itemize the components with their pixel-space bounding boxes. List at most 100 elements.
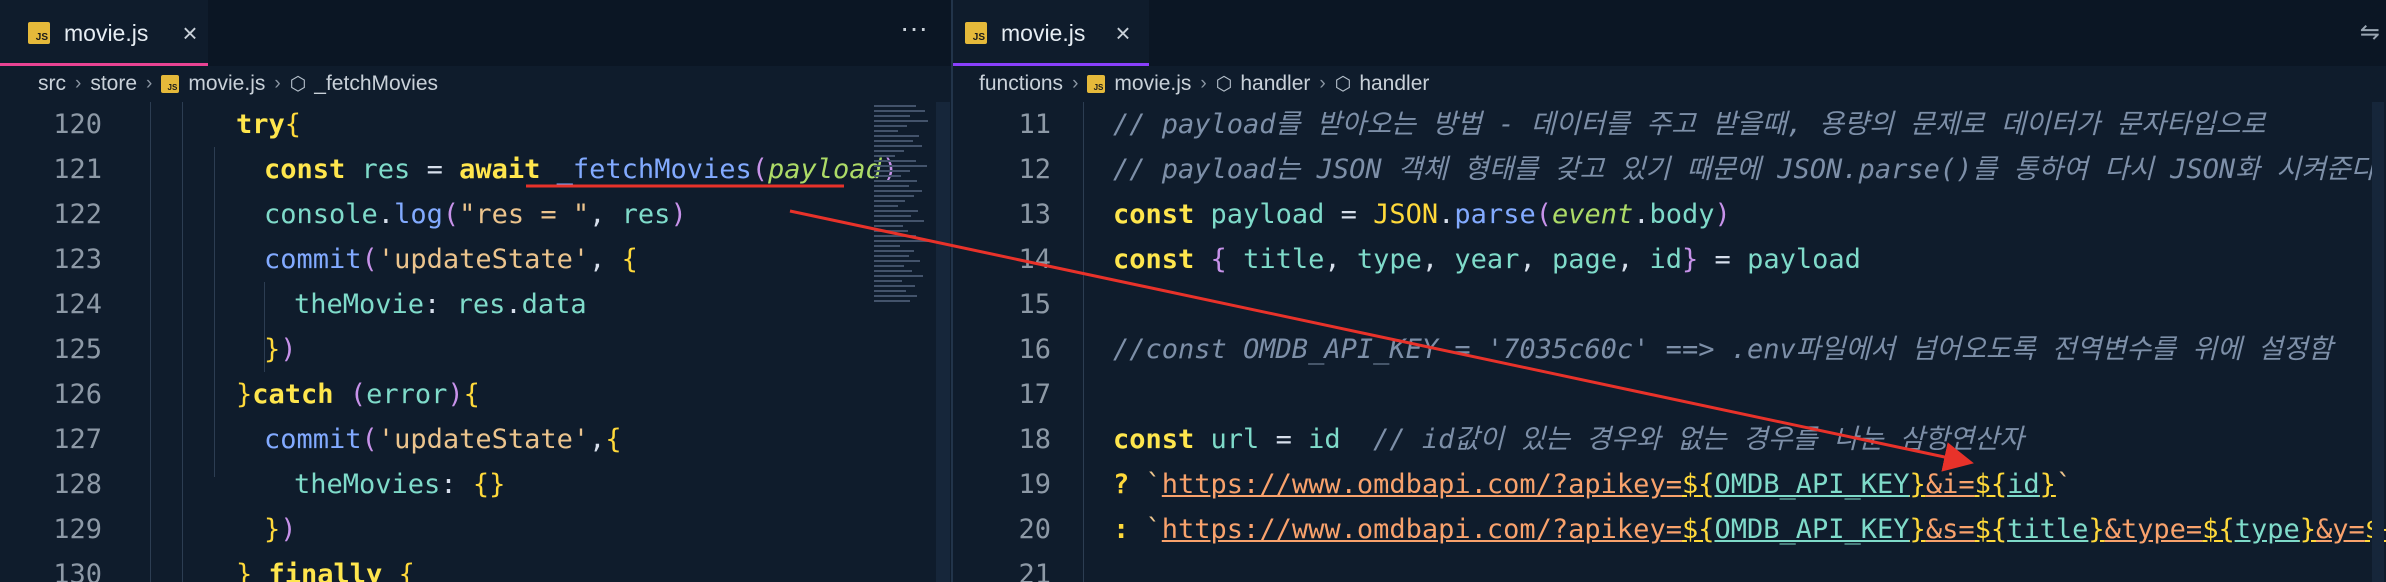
code-line[interactable]: 130} finally {: [0, 552, 952, 582]
line-number: 12: [1018, 154, 1051, 185]
code-line[interactable]: 20: `https://www.omdbapi.com/?apikey=${O…: [953, 507, 2386, 552]
code-text: const res = await _fetchMovies(payload): [264, 147, 898, 192]
code-token: :: [1113, 514, 1146, 545]
code-token: ): [280, 514, 297, 545]
minimap-line: [874, 200, 906, 202]
code-line[interactable]: 122 console.log("res = ", res): [0, 192, 952, 237]
line-number: 120: [53, 109, 102, 140]
code-token: &y=: [2316, 514, 2365, 545]
minimap-line: [874, 240, 928, 242]
minimap-line: [874, 115, 910, 117]
breadcrumb-item-handler[interactable]: handler: [1240, 72, 1310, 96]
close-icon[interactable]: ×: [1115, 18, 1130, 49]
code-editor-left[interactable]: 120 try{121 const res = await _fetchMovies…: [0, 102, 952, 582]
code-line[interactable]: 124 theMovie: res.data: [0, 282, 952, 327]
tab-movie-js-left[interactable]: JS movie.js ×: [0, 0, 208, 66]
breadcrumb-item-store[interactable]: store: [90, 72, 137, 96]
code-token: 'updateState': [377, 424, 590, 455]
code-token: (: [1535, 199, 1552, 230]
code-token: id: [1649, 244, 1683, 275]
code-token: (: [349, 379, 367, 410]
minimap-line: [874, 205, 898, 207]
line-number: 16: [1018, 334, 1051, 365]
code-token: ${: [1681, 469, 1715, 500]
code-line[interactable]: 21: [953, 552, 2386, 582]
chevron-right-icon: ›: [1072, 73, 1079, 94]
code-token: {: [1210, 244, 1244, 275]
minimap-line: [874, 210, 919, 212]
code-token: ${: [1974, 514, 2008, 545]
code-line[interactable]: 126}catch (error){: [0, 372, 952, 417]
code-text: try{: [236, 102, 301, 147]
chevron-right-icon: ›: [1200, 73, 1207, 94]
code-token: .: [505, 289, 522, 320]
minimap-line: [874, 235, 916, 237]
minimap-line: [874, 155, 895, 157]
minimap-line: [874, 195, 914, 197]
line-number: 17: [1018, 379, 1051, 410]
code-token: }: [264, 334, 281, 365]
code-token: ): [1714, 199, 1731, 230]
code-line[interactable]: 14 const { title, type, year, page, id} =…: [953, 237, 2386, 282]
code-token: {: [621, 244, 638, 275]
code-line[interactable]: 12 // payload는 JSON 객체 형태를 갖고 있기 때문에 JSON…: [953, 147, 2386, 192]
vertical-scrollbar[interactable]: [936, 102, 950, 582]
code-line[interactable]: 120 try{: [0, 102, 952, 147]
code-token: body: [1649, 199, 1715, 230]
code-token: https://www.omdbapi.com/?apikey=: [1161, 514, 1682, 545]
code-token: }: [264, 514, 281, 545]
minimap-line: [874, 140, 913, 142]
minimap[interactable]: [874, 102, 934, 302]
code-line[interactable]: 19? `https://www.omdbapi.com/?apikey=${O…: [953, 462, 2386, 507]
more-actions-icon[interactable]: ···: [900, 12, 928, 44]
breadcrumb-item-file[interactable]: movie.js: [1114, 72, 1191, 96]
vertical-scrollbar[interactable]: [2372, 102, 2384, 582]
code-line[interactable]: 15: [953, 282, 2386, 327]
minimap-line: [874, 230, 908, 232]
code-token: const: [1113, 244, 1211, 275]
tab-movie-js-right[interactable]: JS movie.js ×: [953, 0, 1149, 66]
code-token: (: [442, 199, 460, 230]
code-line[interactable]: 121 const res = await _fetchMovies(payloa…: [0, 147, 952, 192]
code-line[interactable]: 123 commit('updateState', {: [0, 237, 952, 282]
code-line[interactable]: 18 const url = id // id값이 있는 경우와 없는 경우를 나…: [953, 417, 2386, 462]
js-file-icon: JS: [965, 22, 987, 44]
code-token: title: [2007, 514, 2089, 545]
code-editor-right[interactable]: 11 // payload를 받아오는 방법 - 데이터를 주고 받을때, 용량의…: [953, 102, 2386, 582]
code-token: try: [236, 109, 285, 140]
minimap-line: [874, 285, 915, 287]
minimap-line: [874, 265, 904, 267]
minimap-line: [874, 150, 904, 152]
code-line[interactable]: 125}): [0, 327, 952, 372]
minimap-line: [874, 255, 909, 257]
breadcrumb-item-symbol[interactable]: _fetchMovies: [314, 72, 438, 96]
line-number: 128: [53, 469, 102, 500]
breadcrumb-item-functions[interactable]: functions: [979, 72, 1063, 96]
minimap-line: [874, 105, 916, 107]
code-token: commit: [264, 424, 362, 455]
code-token: 'updateState': [377, 244, 590, 275]
code-line[interactable]: 16 //const OMDB_API_KEY = '7035c60c' ==> …: [953, 327, 2386, 372]
code-line[interactable]: 13 const payload = JSON.parse(event.body): [953, 192, 2386, 237]
code-token: ,: [589, 244, 622, 275]
code-text: const { title, type, year, page, id} = p…: [1113, 237, 1861, 282]
breadcrumb-item-file[interactable]: movie.js: [188, 72, 265, 96]
code-line[interactable]: 128 theMovies: {}: [0, 462, 952, 507]
code-token: theMovies: [294, 469, 441, 500]
code-token: &type=: [2104, 514, 2203, 545]
code-line[interactable]: 17: [953, 372, 2386, 417]
breadcrumb-item-src[interactable]: src: [38, 72, 66, 96]
code-line[interactable]: 127 commit('updateState',{: [0, 417, 952, 462]
code-token: res: [456, 289, 506, 320]
code-token: year: [1454, 244, 1520, 275]
code-line[interactable]: 11 // payload를 받아오는 방법 - 데이터를 주고 받을때, 용량의…: [953, 102, 2386, 147]
close-icon[interactable]: ×: [182, 18, 197, 49]
line-number: 19: [1018, 469, 1051, 500]
line-number: 18: [1018, 424, 1051, 455]
code-token: {: [398, 559, 415, 582]
minimap-line: [874, 180, 918, 182]
code-token: // id값이 있는 경우와 없는 경우를 나눈 삼항연산자: [1340, 424, 2024, 455]
breadcrumb-item-handler-inner[interactable]: handler: [1359, 72, 1429, 96]
code-line[interactable]: 129}): [0, 507, 952, 552]
split-editor-icon[interactable]: ⇋: [2360, 18, 2380, 46]
